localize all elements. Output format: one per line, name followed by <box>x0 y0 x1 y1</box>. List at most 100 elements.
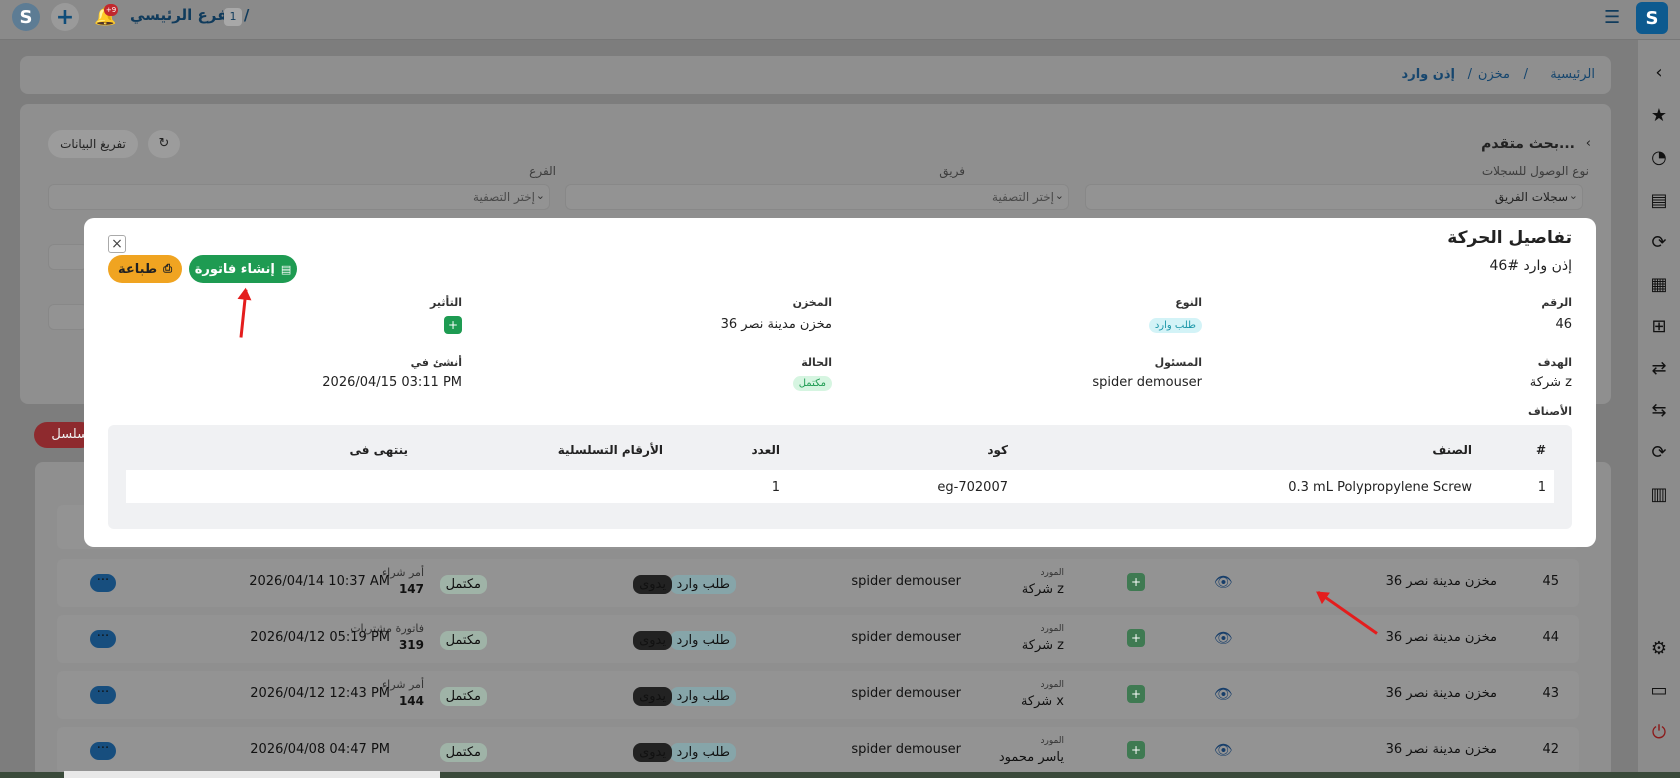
refresh-icon[interactable]: ⟳ <box>1648 232 1670 254</box>
row-store: مخزن مدينة نصر 36 <box>1385 630 1497 645</box>
invoice-icon[interactable]: ▤ <box>1648 190 1670 212</box>
filter-field[interactable] <box>48 304 88 330</box>
type-badge: طلب وارد <box>1148 318 1202 333</box>
row-date: 2026/04/08 04:47 PM <box>250 742 390 757</box>
row-party: شركة x <box>1020 694 1064 709</box>
status-badge: مكتمل <box>792 376 832 391</box>
breadcrumb-stores[interactable]: مخزن <box>1478 67 1510 82</box>
refresh-icon[interactable]: ↻ <box>148 130 180 158</box>
row-type-badge: طلب وارد <box>670 743 736 762</box>
col-code: كود <box>987 443 1008 457</box>
receipt-icon[interactable]: ▦ <box>1648 274 1670 296</box>
sync-icon[interactable]: ⟳ <box>1648 442 1670 464</box>
window-icon[interactable]: ▭ <box>1648 680 1670 702</box>
row-type-badge: طلب وارد <box>670 687 736 706</box>
eye-icon[interactable]: 👁 <box>1214 629 1233 647</box>
print-button[interactable]: طباعة ⎙ <box>108 255 182 283</box>
table-row[interactable]: 45 مخزن مدينة نصر 36 👁 + المورد شركة z spider … <box>57 559 1579 607</box>
eye-icon[interactable]: 👁 <box>1214 573 1233 591</box>
chevron-down-icon: ⌄ <box>1568 189 1578 202</box>
team-select[interactable]: إختر التصفية ⌄ <box>565 184 1069 210</box>
breadcrumb: الرئيسية / مخزن / إذن وارد <box>20 56 1611 94</box>
row-party-label: المورد <box>1040 568 1064 578</box>
power-icon[interactable]: ⏻ <box>1648 722 1670 744</box>
col-serials: الأرقام التسلسلية <box>557 443 663 457</box>
row-status-badge: مكتمل <box>439 743 487 762</box>
row-type-badge: طلب وارد <box>670 631 736 650</box>
row-status-badge: مكتمل <box>439 687 487 706</box>
row-date: 2026/04/14 10:37 AM <box>249 574 390 589</box>
row-store: مخزن مدينة نصر 36 <box>1385 686 1497 701</box>
row-actions-button[interactable]: ··· <box>90 686 116 704</box>
created-value: 2026/04/15 03:11 PM <box>322 375 462 390</box>
responsible-label: المسئول <box>1154 356 1202 369</box>
col-item: الصنف <box>1432 443 1472 457</box>
items-table: # الصنف كود العدد الأرقام التسلسلية ينته… <box>108 425 1572 529</box>
chevron-left-icon[interactable]: ‹ <box>1648 62 1670 84</box>
star-icon[interactable]: ★ <box>1648 105 1670 127</box>
row-manual-badge: يدوى <box>633 687 672 706</box>
row-party: ياسر محمود <box>998 750 1064 765</box>
number-value: 46 <box>1555 317 1572 332</box>
transfer-out-icon[interactable]: ⇆ <box>1648 400 1670 422</box>
col-num: # <box>1535 443 1546 457</box>
branch-select[interactable]: إختر التصفية ⌄ <box>48 184 550 210</box>
brand-logo-icon[interactable]: S <box>1636 2 1668 34</box>
row-store: مخزن مدينة نصر 36 <box>1385 574 1497 589</box>
row-store: مخزن مدينة نصر 36 <box>1385 742 1497 757</box>
row-manual-badge: يدوى <box>633 631 672 650</box>
row-doc-no: 319 <box>398 638 424 652</box>
clear-data-button[interactable]: تفريغ البيانات <box>48 130 138 158</box>
gauge-icon[interactable]: ◔ <box>1648 147 1670 169</box>
row-actions-button[interactable]: ··· <box>90 630 116 648</box>
cell-num: 1 <box>1537 480 1546 495</box>
report-icon[interactable]: ▥ <box>1648 484 1670 506</box>
row-user: spider demouser <box>851 574 961 589</box>
row-manual-badge: يدوى <box>633 575 672 594</box>
menu-icon[interactable]: ☰ <box>1604 7 1620 28</box>
close-icon[interactable]: × <box>108 235 126 253</box>
row-actions-button[interactable]: ··· <box>90 574 116 592</box>
table-row[interactable]: 43 مخزن مدينة نصر 36 👁 + المورد شركة x spider … <box>57 671 1579 719</box>
store-value: مخزن مدينة نصر 36 <box>720 317 832 332</box>
settings-icon[interactable]: ⚙ <box>1648 638 1670 660</box>
team-placeholder: إختر التصفية <box>992 190 1054 204</box>
chevron-left-icon[interactable]: ‹ <box>1586 136 1591 151</box>
access-type-select[interactable]: سجلات الفريق ⌄ <box>1085 184 1583 210</box>
filter-field[interactable] <box>48 244 88 270</box>
eye-icon[interactable]: 👁 <box>1214 685 1233 703</box>
advanced-search-toggle[interactable]: بحث متقدم... <box>1481 136 1575 152</box>
team-label: فريق <box>939 164 965 178</box>
row-id: 45 <box>1542 574 1559 589</box>
modal-title: تفاصيل الحركة <box>1447 228 1572 248</box>
access-type-value: سجلات الفريق <box>1494 190 1568 204</box>
transfer-icon[interactable]: ⇄ <box>1648 358 1670 380</box>
row-user: spider demouser <box>851 686 961 701</box>
table-row[interactable]: 42 مخزن مدينة نصر 36 👁 + المورد ياسر محمود spi… <box>57 727 1579 775</box>
eye-icon[interactable]: 👁 <box>1214 741 1233 759</box>
box-plus-icon: + <box>1127 629 1145 647</box>
box-plus-icon: + <box>1127 685 1145 703</box>
row-party-label: المورد <box>1040 736 1064 746</box>
row-doc-no: 144 <box>398 694 424 708</box>
box-icon[interactable]: ⊞ <box>1648 316 1670 338</box>
row-status-badge: مكتمل <box>439 575 487 594</box>
table-row[interactable]: 44 مخزن مدينة نصر 36 👁 + المورد شركة z spider … <box>57 615 1579 663</box>
row-manual-badge: يدوى <box>633 743 672 762</box>
type-label: النوع <box>1175 296 1202 309</box>
chevron-down-icon: ⌄ <box>1054 189 1064 202</box>
row-party-label: المورد <box>1040 624 1064 634</box>
store-label: المخزن <box>792 296 832 309</box>
logo-icon[interactable]: S <box>12 3 40 31</box>
row-party-label: المورد <box>1040 680 1064 690</box>
box-plus-icon: + <box>1127 573 1145 591</box>
print-icon: ⎙ <box>163 262 172 275</box>
row-actions-button[interactable]: ··· <box>90 742 116 760</box>
target-label: الهدف <box>1537 356 1572 369</box>
row-id: 43 <box>1542 686 1559 701</box>
chevron-down-icon: ⌄ <box>535 189 545 202</box>
plus-icon[interactable]: + <box>51 3 79 31</box>
create-invoice-button[interactable]: إنشاء فاتورة ▤ <box>189 255 297 283</box>
breadcrumb-home[interactable]: الرئيسية <box>1550 67 1595 82</box>
row-date: 2026/04/12 05:19 PM <box>250 630 390 645</box>
